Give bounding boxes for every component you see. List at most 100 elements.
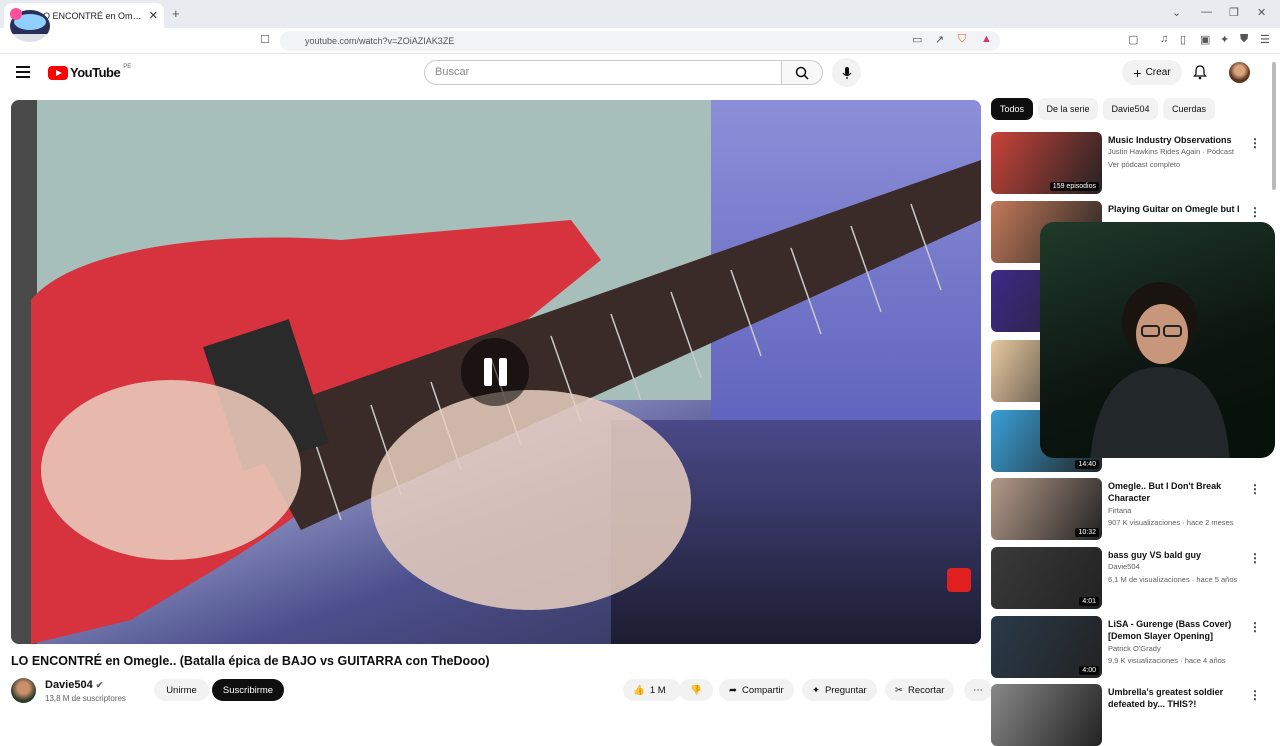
more-vertical-icon[interactable]: ⋮ <box>1249 688 1261 702</box>
close-window-icon[interactable]: ✕ <box>1257 6 1266 19</box>
tab-list-icon[interactable]: ⌄ <box>1172 6 1181 19</box>
duration-badge: 14:40 <box>1075 460 1099 469</box>
more-vertical-icon[interactable]: ⋮ <box>1249 620 1261 634</box>
subscribe-button[interactable]: Suscribirme <box>212 679 284 701</box>
thumbs-up-icon: 👍 <box>633 684 645 696</box>
like-count: 1 M <box>649 684 666 696</box>
channel-avatar[interactable] <box>11 678 36 703</box>
music-icon[interactable]: ♫ <box>1160 33 1168 45</box>
recommendation-thumbnail[interactable]: 4:01 <box>991 547 1102 609</box>
share-arrow-icon: ➦ <box>729 684 737 696</box>
more-vertical-icon[interactable]: ⋮ <box>1249 136 1261 150</box>
search-button[interactable] <box>781 60 823 85</box>
leo-ai-icon[interactable]: ✦ <box>1220 33 1229 46</box>
pause-button[interactable] <box>461 338 529 406</box>
join-button[interactable]: Unirme <box>154 679 209 701</box>
sidebar-icon[interactable]: ▢ <box>1128 33 1138 46</box>
ask-button[interactable]: ✦ Preguntar <box>802 679 877 701</box>
voice-search-button[interactable] <box>832 58 861 87</box>
recommendation-item[interactable]: 4:00 LiSA - Gurenge (Bass Cover) [Demon S… <box>991 616 1261 678</box>
wallet-icon[interactable]: ▣ <box>1200 33 1210 46</box>
recommendation-title[interactable]: Music Industry Observations <box>1108 134 1248 146</box>
user-avatar[interactable] <box>1229 62 1250 83</box>
channel-watermark-icon[interactable] <box>947 568 971 592</box>
url-text: youtube.com/watch?v=ZOiAZIAK3ZE <box>305 36 455 46</box>
channel-name-text: Davie504 <box>45 679 93 691</box>
duration-badge: 159 episodios <box>1049 182 1099 191</box>
duration-badge: 4:00 <box>1079 666 1099 675</box>
clip-button[interactable]: ✂ Recortar <box>885 679 955 701</box>
channel-name[interactable]: Davie504 ✔ <box>45 679 103 691</box>
more-horizontal-icon: ⋯ <box>973 684 983 696</box>
recommendation-thumbnail[interactable]: 4:00 <box>991 616 1102 678</box>
youtube-play-icon <box>48 65 68 80</box>
new-tab-icon[interactable]: + <box>172 6 180 21</box>
youtube-header: YouTube PE Buscar + Crear <box>0 54 1280 94</box>
search-input[interactable]: Buscar <box>424 60 782 85</box>
country-code: PE <box>123 63 132 70</box>
dislike-button[interactable]: 👎 <box>679 679 713 701</box>
recommendation-thumbnail[interactable]: 159 episodios <box>991 132 1102 194</box>
youtube-logo[interactable]: YouTube PE <box>48 63 132 80</box>
recommendation-title[interactable]: Omegle.. But I Don't Break Character <box>1108 480 1248 504</box>
recommendation-thumbnail[interactable] <box>991 684 1102 746</box>
recommendation-item[interactable]: 159 episodios Music Industry Observations… <box>991 132 1261 194</box>
page-scrollbar[interactable] <box>1272 62 1276 190</box>
recommendation-channel-text: Davie504 <box>1108 562 1140 571</box>
recommendation-channel-text: Firtana <box>1108 506 1132 515</box>
recommendation-extra: · Pódcast <box>1202 147 1234 156</box>
recommendation-channel: Justin Hawkins Rides Again · Pódcast <box>1108 147 1234 156</box>
recommendation-thumbnail[interactable]: 10:32 <box>991 478 1102 540</box>
minimize-icon[interactable]: — <box>1201 6 1212 18</box>
recommendation-channel-text: Justin Hawkins Rides Again <box>1108 147 1201 156</box>
vpn-icon[interactable]: ⛊ <box>1240 33 1248 46</box>
chip-cuerdas[interactable]: Cuerdas <box>1163 98 1215 120</box>
recommendation-title[interactable]: Playing Guitar on Omegle but I <box>1108 203 1248 215</box>
streamer-webcam-overlay <box>1040 222 1275 458</box>
chip-todos[interactable]: Todos <box>991 98 1033 120</box>
recommendation-title[interactable]: Umbrella's greatest soldier defeated by.… <box>1108 686 1248 710</box>
maximize-icon[interactable]: ❐ <box>1229 6 1239 19</box>
notifications-bell-icon[interactable] <box>1192 64 1208 80</box>
bookmark-icon[interactable]: ☐ <box>260 33 270 46</box>
recommendation-meta: 9,9 K visualizaciones · hace 4 años <box>1108 656 1226 665</box>
browser-tab-bar: LO ENCONTRÉ en Omegle.. (B ✕ + ⌄ — ❐ ✕ <box>0 0 1280 28</box>
recommendation-meta: 6,1 M de visualizaciones · hace 5 años <box>1108 575 1238 584</box>
verified-icon: ✔ <box>95 680 104 690</box>
hamburger-menu-icon[interactable] <box>16 66 30 78</box>
recommendation-item[interactable]: Umbrella's greatest soldier defeated by.… <box>991 684 1261 746</box>
plus-icon: + <box>1133 64 1142 81</box>
recommendation-item[interactable]: 4:01 bass guy VS bald guy Davie504 6,1 M d… <box>991 547 1261 609</box>
video-player[interactable] <box>11 100 981 644</box>
more-vertical-icon[interactable]: ⋮ <box>1249 551 1261 565</box>
close-tab-icon[interactable]: ✕ <box>149 9 158 22</box>
microphone-icon <box>841 66 852 79</box>
chip-davie504[interactable]: Davie504 <box>1103 98 1158 120</box>
create-button[interactable]: + Crear <box>1122 60 1182 85</box>
chip-de-la-serie[interactable]: De la serie <box>1038 98 1098 120</box>
reading-list-icon[interactable]: ▯ <box>1180 33 1186 46</box>
browser-menu-icon[interactable]: ☰ <box>1260 33 1270 46</box>
search-icon <box>795 66 809 80</box>
recommendation-title[interactable]: bass guy VS bald guy <box>1108 549 1248 561</box>
share-button[interactable]: ➦ Compartir <box>719 679 794 701</box>
recommendation-item[interactable]: 10:32 Omegle.. But I Don't Break Characte… <box>991 478 1261 540</box>
duration-badge: 10:32 <box>1075 528 1099 537</box>
recommendation-meta: 907 K visualizaciones · hace 2 meses <box>1108 518 1234 527</box>
brave-shield-icon[interactable]: ⛉ <box>958 33 966 46</box>
rewards-icon[interactable]: ▲ <box>981 33 992 45</box>
more-actions-button[interactable]: ⋯ <box>964 679 992 701</box>
like-button[interactable]: 👍 1 M <box>623 679 681 701</box>
url-field[interactable]: youtube.com/watch?v=ZOiAZIAK3ZE <box>280 31 1000 51</box>
recommendation-title[interactable]: LiSA - Gurenge (Bass Cover) [Demon Slaye… <box>1108 618 1248 642</box>
more-vertical-icon[interactable]: ⋮ <box>1249 205 1261 219</box>
recommendation-meta: Ver pódcast completo <box>1108 160 1181 169</box>
sparkle-icon: ✦ <box>812 684 820 696</box>
cast-icon[interactable]: ▭ <box>912 33 922 46</box>
streamer-figure <box>1090 282 1230 458</box>
scissors-icon: ✂ <box>895 684 903 696</box>
ask-label: Preguntar <box>824 684 867 696</box>
share-icon[interactable]: ↗ <box>935 33 944 46</box>
more-vertical-icon[interactable]: ⋮ <box>1249 482 1261 496</box>
streamer-avatar-overlay <box>10 8 52 44</box>
